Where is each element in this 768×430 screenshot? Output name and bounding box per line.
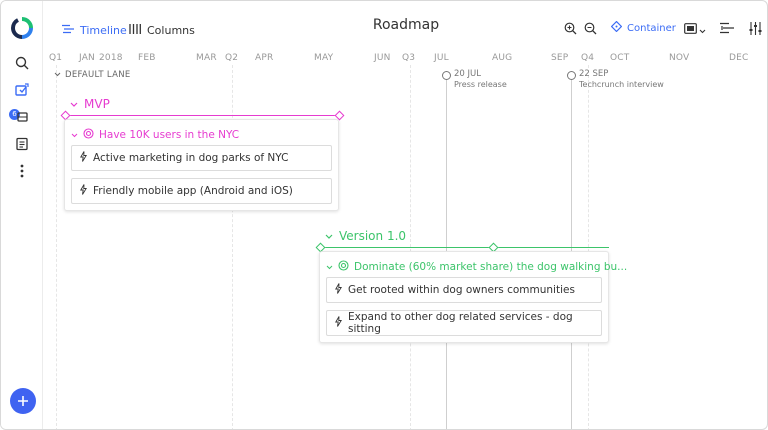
filter-sliders-icon[interactable] bbox=[748, 19, 762, 37]
release-header-version-1[interactable]: Version 1.0 bbox=[325, 229, 406, 243]
goal-row[interactable]: Dominate (60% market share) the dog walk… bbox=[326, 260, 627, 274]
view-size-icon bbox=[684, 19, 697, 38]
chevron-down-icon bbox=[699, 19, 706, 38]
month-label: JUL bbox=[434, 53, 449, 63]
milestone-date: 20 JUL bbox=[454, 69, 481, 79]
quarter-label: Q2 bbox=[225, 53, 239, 63]
milestone-marker[interactable] bbox=[442, 71, 451, 80]
release-name: MVP bbox=[84, 97, 110, 111]
view-size-dropdown[interactable] bbox=[683, 19, 707, 37]
feature-item[interactable]: Get rooted within dog owners communities bbox=[326, 277, 602, 303]
goal-target-icon bbox=[338, 260, 349, 274]
bolt-icon bbox=[80, 151, 88, 165]
app-window: 6 Timeline Columns Roadmap Container Q1 … bbox=[0, 0, 768, 430]
month-label: FEB bbox=[138, 53, 156, 63]
list-settings-icon[interactable] bbox=[720, 19, 734, 37]
month-label: JUN bbox=[374, 53, 391, 63]
plus-icon bbox=[17, 392, 29, 411]
feature-title: Get rooted within dog owners communities bbox=[348, 284, 575, 296]
goal-target-icon bbox=[83, 128, 94, 142]
milestone-marker[interactable] bbox=[567, 71, 576, 80]
container-button[interactable]: Container bbox=[610, 19, 676, 37]
zoom-out-icon[interactable] bbox=[583, 19, 597, 37]
month-label: NOV bbox=[669, 53, 690, 63]
release-name: Version 1.0 bbox=[339, 229, 407, 243]
release-bar bbox=[65, 115, 339, 116]
bolt-icon bbox=[80, 184, 88, 198]
releases-icon[interactable] bbox=[13, 81, 31, 99]
month-label: MAR bbox=[196, 53, 217, 63]
timeline-header: Q1 JAN 2018 FEB MAR Q2 APR MAY JUN Q3 JU… bbox=[43, 53, 767, 67]
month-label: SEP bbox=[551, 53, 569, 63]
bolt-icon bbox=[335, 283, 343, 297]
chevron-down-icon bbox=[325, 229, 333, 243]
milestone-date: 22 SEP bbox=[579, 69, 609, 79]
quarter-gridline bbox=[56, 65, 57, 429]
quarter-label: Q1 bbox=[49, 53, 63, 63]
container-label: Container bbox=[627, 22, 676, 34]
month-label: DEC bbox=[729, 53, 749, 63]
feature-title: Expand to other dog related services - d… bbox=[348, 311, 573, 335]
more-icon[interactable] bbox=[13, 162, 31, 180]
chevron-down-icon bbox=[326, 261, 333, 273]
month-label: JAN bbox=[79, 53, 95, 63]
release-header-mvp[interactable]: MVP bbox=[70, 97, 110, 111]
columns-icon bbox=[129, 23, 141, 37]
release-bar bbox=[320, 247, 609, 248]
milestone-label[interactable]: Press release bbox=[454, 80, 507, 89]
columns-label: Columns bbox=[147, 23, 195, 37]
bolt-icon bbox=[335, 316, 343, 330]
release-card-mvp: Have 10K users in the NYC Active marketi… bbox=[64, 119, 339, 211]
add-button[interactable] bbox=[10, 388, 36, 414]
month-label: OCT bbox=[610, 53, 630, 63]
left-rail: 6 bbox=[1, 1, 43, 429]
chevron-down-icon bbox=[54, 70, 61, 80]
chevron-down-icon bbox=[70, 97, 78, 111]
month-label: AUG bbox=[492, 53, 513, 63]
feature-item[interactable]: Active marketing in dog parks of NYC bbox=[71, 145, 332, 171]
milestone-label[interactable]: Techcrunch interview bbox=[579, 80, 664, 89]
top-toolbar: Timeline Columns Roadmap Container bbox=[43, 1, 767, 53]
lane-label: DEFAULT LANE bbox=[65, 70, 131, 80]
year-label: 2018 bbox=[99, 53, 123, 63]
zoom-in-icon[interactable] bbox=[563, 19, 577, 37]
goal-row[interactable]: Have 10K users in the NYC bbox=[71, 128, 239, 142]
goal-title: Have 10K users in the NYC bbox=[99, 129, 240, 141]
month-label: MAY bbox=[314, 53, 334, 63]
container-icon bbox=[610, 20, 623, 35]
quarter-label: Q3 bbox=[402, 53, 416, 63]
chevron-down-icon bbox=[71, 129, 78, 141]
goal-title: Dominate (60% market share) the dog walk… bbox=[354, 261, 628, 273]
timeline-view-button[interactable]: Timeline bbox=[62, 21, 127, 39]
roadmap-logo[interactable] bbox=[11, 17, 33, 39]
feature-item[interactable]: Expand to other dog related services - d… bbox=[326, 310, 602, 336]
timeline-label: Timeline bbox=[80, 23, 127, 37]
search-icon[interactable] bbox=[13, 54, 31, 72]
release-card-version-1: Dominate (60% market share) the dog walk… bbox=[319, 251, 627, 343]
integrations-icon[interactable] bbox=[13, 108, 31, 126]
feature-title: Active marketing in dog parks of NYC bbox=[93, 152, 289, 164]
feature-item[interactable]: Friendly mobile app (Android and iOS) bbox=[71, 178, 332, 204]
quarter-label: Q4 bbox=[581, 53, 595, 63]
feature-title: Friendly mobile app (Android and iOS) bbox=[93, 185, 293, 197]
timeline-icon bbox=[62, 24, 74, 37]
month-label: APR bbox=[255, 53, 274, 63]
columns-view-button[interactable]: Columns bbox=[129, 21, 195, 39]
notes-icon[interactable] bbox=[13, 135, 31, 153]
lane-toggle[interactable]: DEFAULT LANE bbox=[54, 70, 131, 80]
